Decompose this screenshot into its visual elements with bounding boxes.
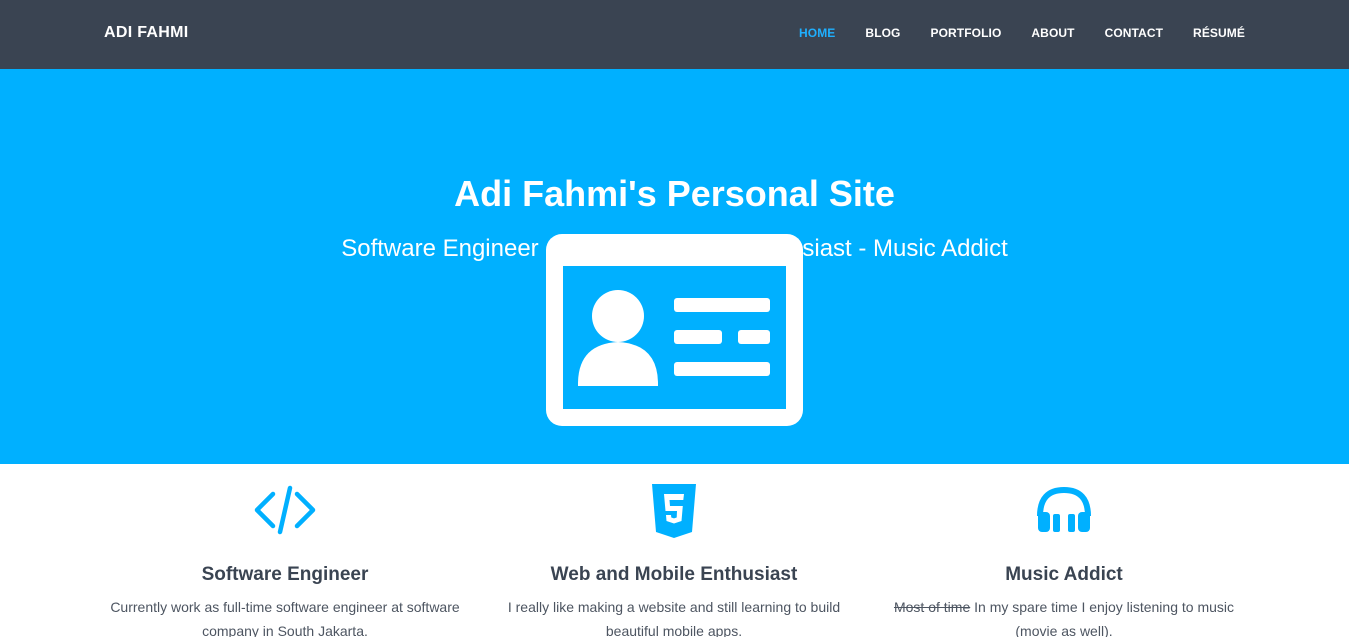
id-card-icon <box>546 234 803 426</box>
struck-text: Most of time <box>893 599 971 615</box>
feature-description: Currently work as full-time software eng… <box>110 599 460 637</box>
feature-title: Software Engineer <box>201 564 369 585</box>
feature-description: I really like making a website and still… <box>507 599 841 637</box>
features-section: Software Engineer Currently work as full… <box>0 464 1349 637</box>
navbar: ADI FAHMI HOME BLOG PORTFOLIO ABOUT CONT… <box>0 0 1349 69</box>
feature-title: Music Addict <box>1005 564 1123 585</box>
feature-description-text: In my spare time I enjoy listening to mu… <box>970 599 1235 637</box>
feature-title: Web and Mobile Enthusiast <box>550 564 798 585</box>
nav-resume[interactable]: RÉSUMÉ <box>1193 26 1245 40</box>
nav-contact[interactable]: CONTACT <box>1105 26 1163 40</box>
nav-portfolio[interactable]: PORTFOLIO <box>931 26 1002 40</box>
code-icon <box>254 485 316 535</box>
nav-home[interactable]: HOME <box>799 26 835 40</box>
hero-section: Adi Fahmi's Personal Site Software Engin… <box>0 69 1349 464</box>
brand-logo[interactable]: ADI FAHMI <box>104 24 188 42</box>
feature-description: Most of time In my spare time I enjoy li… <box>874 595 1254 637</box>
nav-about[interactable]: ABOUT <box>1031 26 1074 40</box>
hero-title: Adi Fahmi's Personal Site <box>454 173 895 214</box>
html5-icon <box>652 484 696 538</box>
headphones-icon <box>1037 486 1091 532</box>
nav-blog[interactable]: BLOG <box>865 26 900 40</box>
nav-menu: HOME BLOG PORTFOLIO ABOUT CONTACT RÉSUMÉ <box>769 26 1245 40</box>
